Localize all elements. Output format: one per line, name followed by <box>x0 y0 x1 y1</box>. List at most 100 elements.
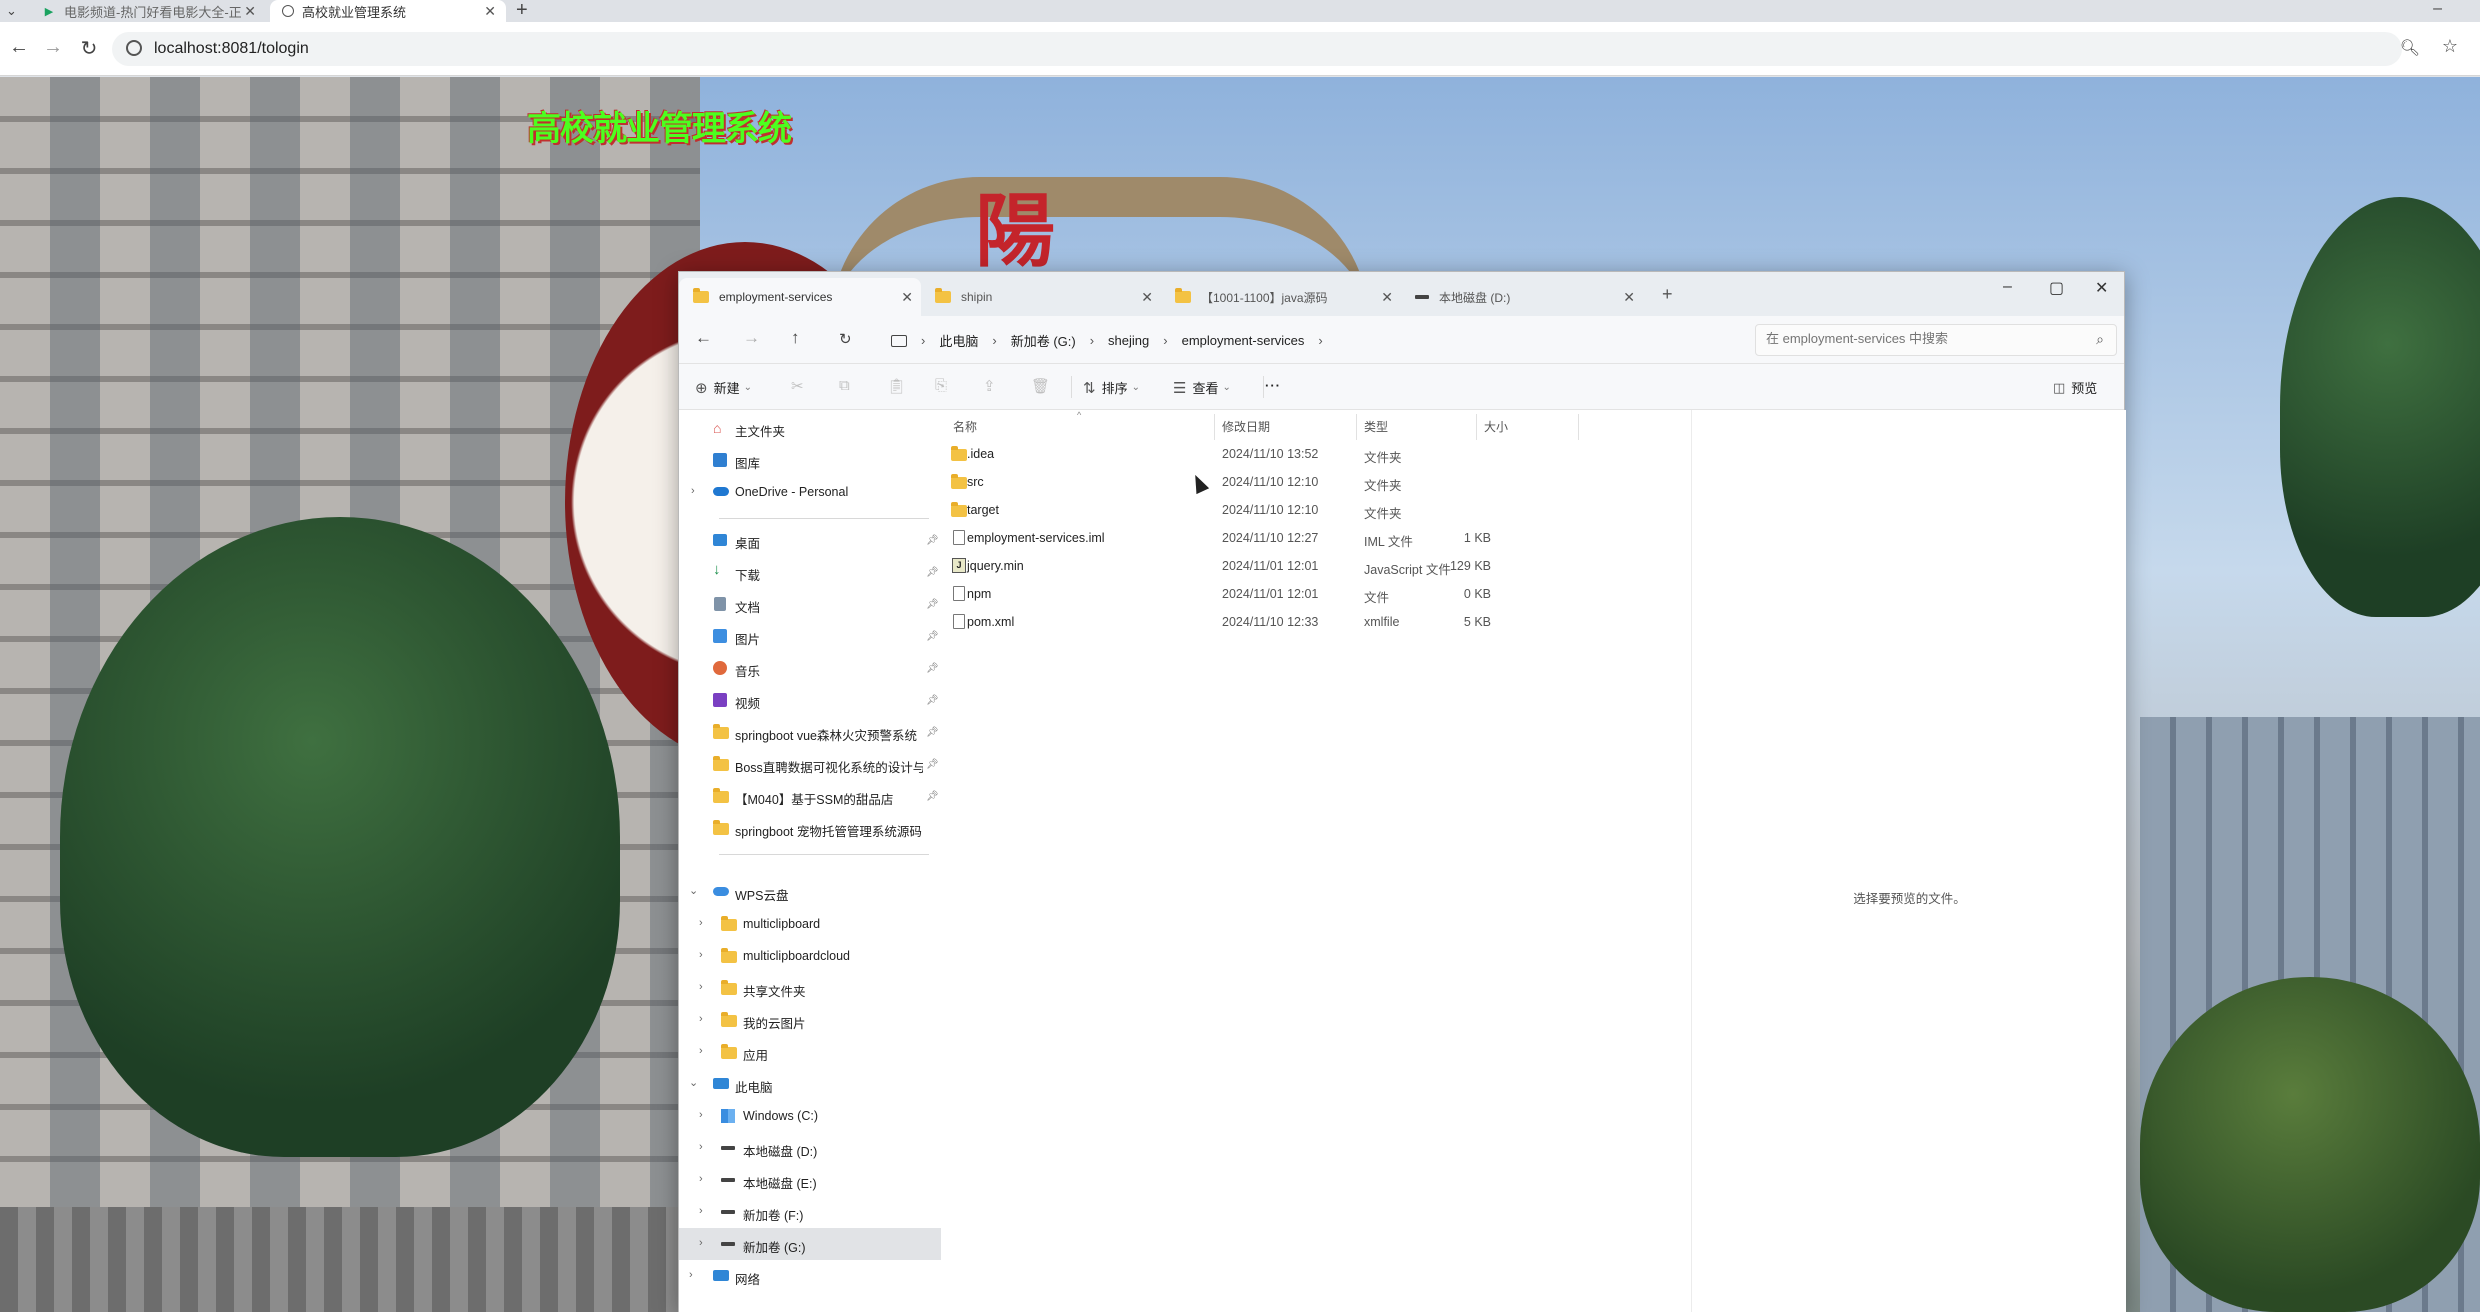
minimize-icon[interactable]: – <box>2003 278 2012 296</box>
chevron-right-icon[interactable]: › <box>699 1141 703 1153</box>
close-tab-icon[interactable]: ✕ <box>244 3 256 20</box>
sidebar-item-wps-folder[interactable]: › multiclipboard <box>679 908 941 940</box>
sidebar-item-videos[interactable]: 视频 📌︎ <box>679 684 941 716</box>
pin-icon[interactable]: 📌︎ <box>926 599 939 610</box>
browser-tab-employment[interactable]: 高校就业管理系统 ✕ <box>270 0 506 22</box>
sidebar-item-drive[interactable]: › Windows (C:) <box>679 1100 941 1132</box>
chevron-right-icon[interactable]: › <box>1163 333 1167 348</box>
chevron-right-icon[interactable]: › <box>699 1237 703 1249</box>
sidebar-item-music[interactable]: 音乐 📌︎ <box>679 652 941 684</box>
chevron-right-icon[interactable]: › <box>992 333 996 348</box>
paste-icon[interactable]: 📋︎ <box>887 377 906 395</box>
zoom-icon[interactable]: 🔍︎ <box>2400 38 2420 58</box>
pin-icon[interactable]: 📌︎ <box>926 695 939 706</box>
sidebar-item-downloads[interactable]: ↓ 下载 📌︎ <box>679 556 941 588</box>
pin-icon[interactable]: 📌︎ <box>926 791 939 802</box>
close-tab-icon[interactable]: ✕ <box>484 3 496 20</box>
view-button[interactable]: ☰ 查看 ⌄ <box>1173 378 1231 397</box>
add-tab-plus-icon[interactable]: + <box>1662 284 1673 305</box>
pin-icon[interactable]: 📌︎ <box>926 759 939 770</box>
pin-icon[interactable]: 📌︎ <box>926 535 939 546</box>
sidebar-item-wps-folder[interactable]: › 共享文件夹 <box>679 972 941 1004</box>
file-row[interactable]: pom.xml 2024/11/10 12:33 xmlfile 5 KB <box>941 608 1691 636</box>
sort-button[interactable]: ⇅ 排序 ⌄ <box>1083 378 1140 397</box>
refresh-icon[interactable]: ↻ <box>839 330 852 348</box>
close-tab-icon[interactable]: ✕ <box>901 289 913 306</box>
rename-icon[interactable]: ⎘ <box>935 377 947 394</box>
close-window-icon[interactable]: ✕ <box>2095 278 2108 298</box>
share-icon[interactable]: ⇪ <box>983 377 996 395</box>
chevron-down-icon[interactable]: ⌄ <box>689 1076 698 1089</box>
chevron-right-icon[interactable]: › <box>691 485 695 497</box>
close-tab-icon[interactable]: ✕ <box>1141 289 1153 306</box>
preview-pane-button[interactable]: ◫ 预览 <box>2053 378 2097 397</box>
sidebar-item-this-pc[interactable]: ⌄ 此电脑 <box>679 1068 941 1100</box>
chevron-right-icon[interactable]: › <box>699 1109 703 1121</box>
chevron-right-icon[interactable]: › <box>1318 333 1322 348</box>
pin-icon[interactable]: 📌︎ <box>926 631 939 642</box>
sidebar-item-desktop[interactable]: 桌面 📌︎ <box>679 524 941 556</box>
file-row[interactable]: .idea 2024/11/10 13:52 文件夹 <box>941 440 1691 468</box>
back-arrow-icon[interactable]: ← <box>6 36 32 59</box>
forward-arrow-icon[interactable]: → <box>743 328 760 348</box>
sidebar-item-pinned-folder[interactable]: 【M040】基于SSM的甜品店 📌︎ <box>679 780 941 812</box>
column-divider[interactable] <box>1578 414 1579 440</box>
url-text[interactable]: localhost:8081/tologin <box>154 40 309 58</box>
sidebar-item-gallery[interactable]: 图库 <box>679 444 941 476</box>
window-minimize-icon[interactable]: – <box>2433 0 2442 18</box>
sidebar-item-drive-selected[interactable]: › 新加卷 (G:) <box>679 1228 941 1260</box>
sidebar-item-drive[interactable]: › 本地磁盘 (E:) <box>679 1164 941 1196</box>
cut-icon[interactable]: ✂ <box>791 377 804 395</box>
sidebar-item-wps-cloud[interactable]: ⌄ WPS云盘 <box>679 876 941 908</box>
explorer-tab-java-source[interactable]: 【1001-1100】java源码 ✕ <box>1161 278 1401 316</box>
search-icon[interactable]: ⌕ <box>2096 331 2104 348</box>
sidebar-item-network[interactable]: › 网络 <box>679 1260 941 1292</box>
close-tab-icon[interactable]: ✕ <box>1623 289 1635 306</box>
chevron-right-icon[interactable]: › <box>699 1013 703 1025</box>
search-input[interactable] <box>1766 331 2066 346</box>
more-options-button[interactable]: ··· <box>1265 378 1281 393</box>
explorer-search-box[interactable]: ⌕ <box>1755 324 2117 356</box>
column-divider[interactable] <box>1476 414 1477 440</box>
url-field[interactable]: localhost:8081/tologin <box>112 32 2402 66</box>
browser-tab-movies[interactable]: ▶ 电影频道-热门好看电影大全-正 ✕ <box>28 0 266 22</box>
breadcrumb-item[interactable]: 新加卷 (G:) <box>1011 331 1076 350</box>
close-tab-icon[interactable]: ✕ <box>1381 289 1393 306</box>
pin-icon[interactable]: 📌︎ <box>926 567 939 578</box>
file-row[interactable]: npm 2024/11/01 12:01 文件 0 KB <box>941 580 1691 608</box>
chevron-right-icon[interactable]: › <box>921 333 925 348</box>
forward-arrow-icon[interactable]: → <box>40 36 66 59</box>
sidebar-item-onedrive[interactable]: › OneDrive - Personal <box>679 476 941 508</box>
chevron-right-icon[interactable]: › <box>689 1269 693 1281</box>
sidebar-item-wps-folder[interactable]: › multiclipboardcloud <box>679 940 941 972</box>
file-row[interactable]: employment-services.iml 2024/11/10 12:27… <box>941 524 1691 552</box>
chevron-right-icon[interactable]: › <box>699 1045 703 1057</box>
sidebar-item-documents[interactable]: 文档 📌︎ <box>679 588 941 620</box>
column-header-size[interactable]: 大小 <box>1484 418 1508 435</box>
back-arrow-icon[interactable]: ← <box>695 328 712 348</box>
bookmark-star-icon[interactable]: ☆ <box>2442 36 2458 57</box>
sidebar-item-pinned-folder[interactable]: springboot vue森林火灾预警系统 📌︎ <box>679 716 941 748</box>
breadcrumb-item[interactable]: 此电脑 <box>939 331 978 350</box>
maximize-icon[interactable]: ▢ <box>2049 278 2064 298</box>
sidebar-item-pinned-folder[interactable]: springboot 宠物托管管理系统源码 <box>679 812 941 844</box>
up-arrow-icon[interactable]: ↑ <box>791 328 800 348</box>
chevron-right-icon[interactable]: › <box>699 1173 703 1185</box>
explorer-tab-drive-d[interactable]: 本地磁盘 (D:) ✕ <box>1401 278 1643 316</box>
chevron-right-icon[interactable]: › <box>699 1205 703 1217</box>
sidebar-item-pinned-folder[interactable]: Boss直聘数据可视化系统的设计与实 📌︎ <box>679 748 941 780</box>
column-header-type[interactable]: 类型 <box>1364 418 1388 435</box>
breadcrumb-item[interactable]: employment-services <box>1182 333 1305 348</box>
file-row[interactable]: target 2024/11/10 12:10 文件夹 <box>941 496 1691 524</box>
sidebar-item-wps-folder[interactable]: › 应用 <box>679 1036 941 1068</box>
file-row[interactable]: src 2024/11/10 12:10 文件夹 <box>941 468 1691 496</box>
delete-icon[interactable]: 🗑︎ <box>1031 377 1050 395</box>
chevron-right-icon[interactable]: › <box>1090 333 1094 348</box>
copy-icon[interactable]: ⧉ <box>839 377 850 394</box>
chevron-down-icon[interactable]: ⌄ <box>689 884 698 897</box>
new-tab-plus-icon[interactable]: + <box>516 0 528 20</box>
chevron-right-icon[interactable]: › <box>699 917 703 929</box>
new-button[interactable]: ⊕ 新建 ⌄ <box>695 378 752 397</box>
sidebar-item-wps-folder[interactable]: › 我的云图片 <box>679 1004 941 1036</box>
tab-search-chevron-icon[interactable]: ⌄ <box>6 3 17 19</box>
